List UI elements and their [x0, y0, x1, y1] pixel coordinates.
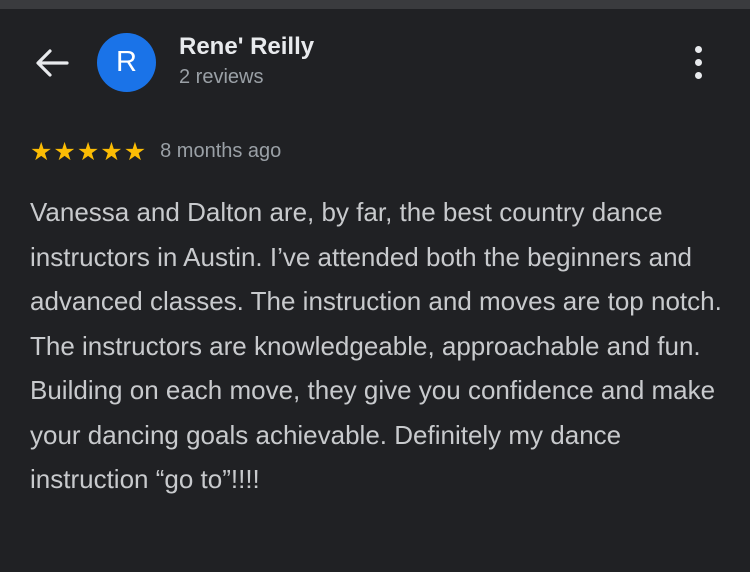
review-time: 8 months ago: [160, 139, 282, 162]
more-vertical-icon: [694, 58, 702, 66]
review-text: Vanessa and Dalton are, by far, the best…: [30, 197, 722, 494]
star-icon: ★: [30, 136, 53, 166]
more-vertical-icon: [694, 45, 702, 53]
arrow-left-icon: [36, 49, 69, 77]
star-icon: ★: [123, 136, 147, 166]
star-icon: ★: [76, 136, 100, 166]
star-icon: ★: [53, 136, 76, 166]
avatar[interactable]: R: [97, 33, 156, 92]
avatar-letter: R: [116, 46, 137, 78]
more-options-button[interactable]: [684, 41, 712, 83]
reviewer-name[interactable]: Rene' Reilly: [179, 33, 314, 61]
star-rating: ★ ★ ★ ★ ★: [30, 139, 146, 164]
star-icon: ★: [100, 136, 123, 166]
rating-row: ★ ★ ★ ★ ★ 8 months ago: [30, 136, 281, 166]
more-vertical-icon: [694, 71, 702, 79]
status-bar-strip: [0, 0, 750, 9]
back-button[interactable]: [30, 43, 74, 83]
review-header: R Rene' Reilly 2 reviews: [0, 9, 750, 109]
review-count: 2 reviews: [179, 66, 264, 88]
